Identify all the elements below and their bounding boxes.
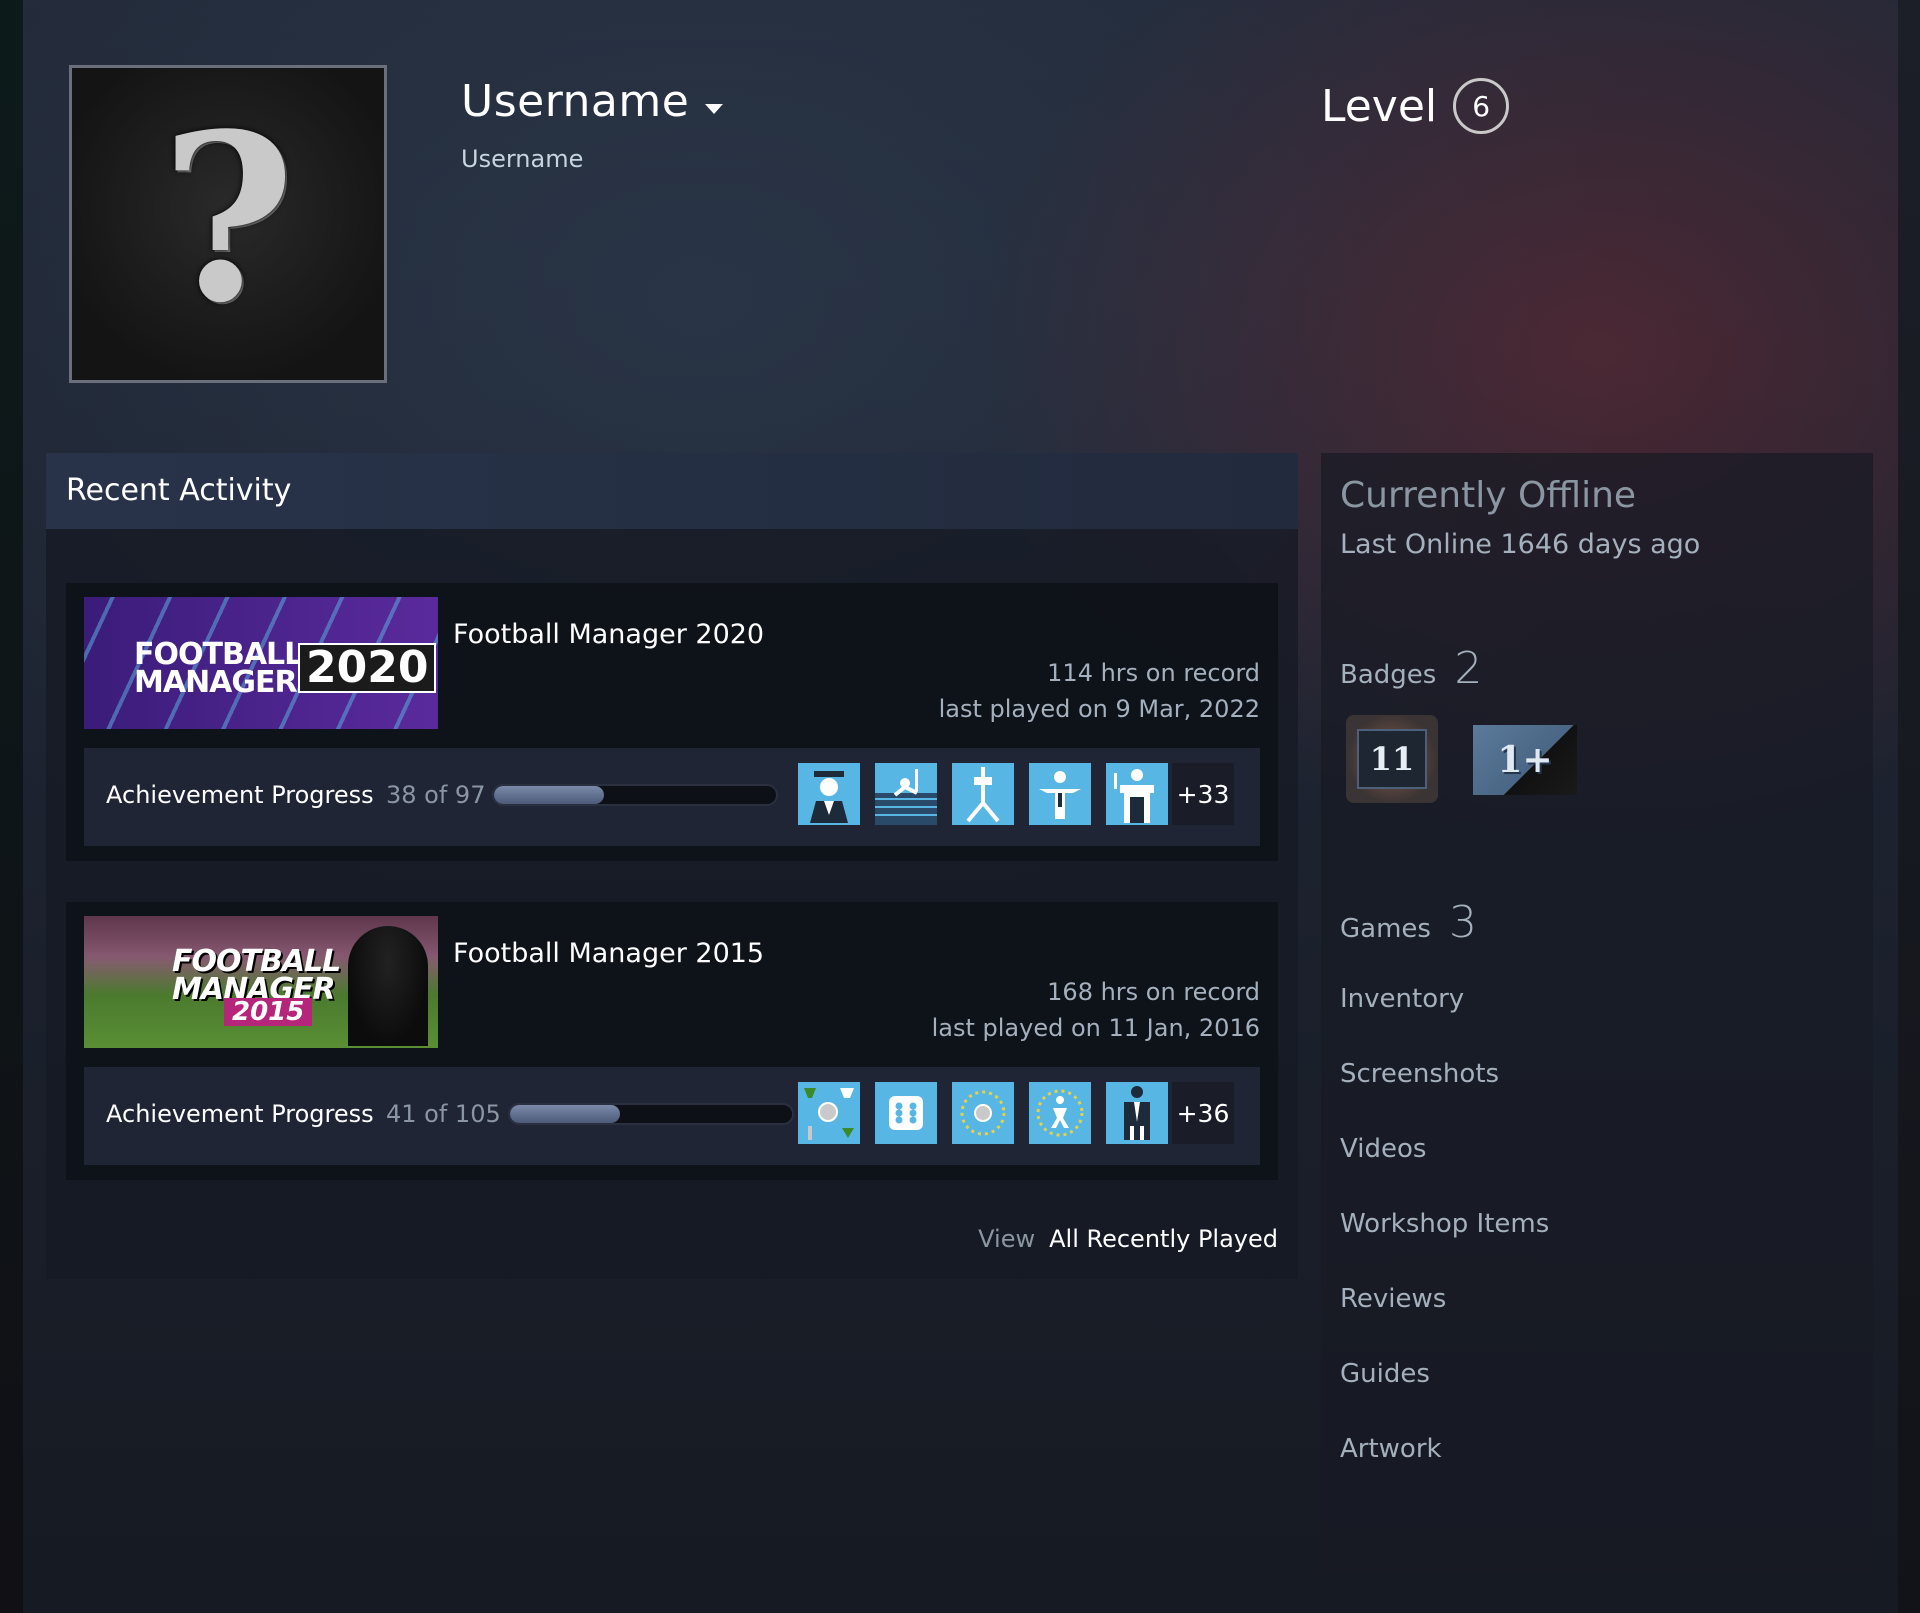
inventory-link[interactable]: Inventory [1340, 984, 1464, 1014]
achievement-progress-row: Achievement Progress 41 of 105 +36 [84, 1067, 1260, 1165]
trophy-icon[interactable] [798, 1082, 860, 1144]
recent-activity-title: Recent Activity [46, 453, 1298, 529]
profile-page: ? Username Username Level 6 Recent Activ… [0, 0, 1920, 1613]
videos-link[interactable]: Videos [1340, 1134, 1426, 1164]
game-last-played: last played on 11 Jan, 2016 [931, 1014, 1260, 1042]
level-label: Level [1321, 80, 1438, 132]
capsule-logo-text: FOOTBALL MANAGER [134, 637, 303, 700]
real-name: Username [461, 145, 584, 173]
games-link[interactable]: Games 3 [1340, 897, 1477, 948]
game-hours-on-record: 114 hrs on record [1047, 659, 1260, 687]
view-label: View [978, 1225, 1036, 1253]
games-count: 3 [1448, 897, 1477, 948]
achievement-progress-fill [510, 1105, 620, 1123]
recent-game: FOOTBALL MANAGER 2020 Football Manager 2… [66, 583, 1278, 861]
achievement-progress-bar [508, 1103, 794, 1125]
years-of-service-badge[interactable]: 11 [1346, 715, 1438, 803]
suit-icon[interactable] [1106, 1082, 1168, 1144]
guides-link[interactable]: Guides [1340, 1359, 1430, 1389]
all-recently-played-link[interactable]: All Recently Played [1049, 1225, 1278, 1253]
player-icon[interactable] [1029, 763, 1091, 825]
profile-level: Level 6 [1321, 78, 1510, 134]
manager-icon[interactable] [1106, 763, 1168, 825]
badges-label: Badges [1340, 660, 1437, 690]
screenshots-link[interactable]: Screenshots [1340, 1059, 1499, 1089]
more-achievements[interactable]: +36 [1172, 1082, 1234, 1144]
game-hours-on-record: 168 hrs on record [1047, 978, 1260, 1006]
recent-activity-panel: Recent Activity FOOTBALL MANAGER 2020 Fo… [46, 453, 1298, 1279]
game-last-played: last played on 9 Mar, 2022 [938, 695, 1260, 723]
avatar[interactable]: ? [69, 65, 387, 383]
game-collector-badge[interactable]: 1+ [1473, 725, 1577, 795]
wall-climb-icon[interactable] [875, 763, 937, 825]
question-mark-icon: ? [160, 84, 296, 354]
capsule-logo-year: 2020 [298, 643, 437, 693]
years-badge-number: 11 [1357, 729, 1427, 789]
games-label: Games [1340, 914, 1431, 944]
workshop-items-link[interactable]: Workshop Items [1340, 1209, 1549, 1239]
achievement-icons [798, 1082, 1168, 1144]
badges-count: 2 [1454, 643, 1483, 694]
more-achievements[interactable]: +33 [1172, 763, 1234, 825]
reviews-link[interactable]: Reviews [1340, 1284, 1446, 1314]
view-all-recently-played: View All Recently Played [978, 1225, 1278, 1253]
badges-link[interactable]: Badges 2 [1340, 643, 1482, 694]
achievement-icons [798, 763, 1168, 825]
achievement-progress-label[interactable]: Achievement Progress [106, 1100, 374, 1128]
achievement-count: 41 of 105 [386, 1100, 501, 1128]
level-badge[interactable]: 6 [1453, 78, 1510, 134]
capsule-logo-year: 2015 [224, 998, 313, 1026]
badge-list: 11 1+ [1346, 715, 1577, 803]
achievement-progress-row: Achievement Progress 38 of 97 +33 [84, 748, 1260, 846]
persona-name-dropdown[interactable]: Username [461, 76, 724, 127]
stars-player-icon[interactable] [1029, 1082, 1091, 1144]
graduate-icon[interactable] [798, 763, 860, 825]
stars-ring-icon[interactable] [952, 1082, 1014, 1144]
last-online: Last Online 1646 days ago [1340, 529, 1701, 560]
capsule-logo-text: FOOTBALL MANAGER [172, 944, 341, 1007]
game-capsule-image[interactable]: FOOTBALL MANAGER 2020 [84, 597, 438, 729]
achievement-count: 38 of 97 [386, 781, 486, 809]
achievement-progress-label[interactable]: Achievement Progress [106, 781, 374, 809]
dice-icon[interactable] [875, 1082, 937, 1144]
profile-sidebar: Currently Offline Last Online 1646 days … [1321, 453, 1873, 1573]
online-status: Currently Offline [1340, 475, 1637, 516]
podium-icon[interactable] [952, 763, 1014, 825]
persona-name: Username [461, 76, 690, 127]
game-capsule-image[interactable]: FOOTBALL MANAGER 2015 [84, 916, 438, 1048]
game-name[interactable]: Football Manager 2015 [453, 938, 764, 969]
recent-game: FOOTBALL MANAGER 2015 Football Manager 2… [66, 902, 1278, 1180]
achievement-progress-bar [492, 784, 778, 806]
manager-figure [348, 926, 428, 1046]
artwork-link[interactable]: Artwork [1340, 1434, 1442, 1464]
caret-down-icon[interactable] [705, 103, 724, 114]
achievement-progress-fill [494, 786, 604, 804]
game-name[interactable]: Football Manager 2020 [453, 619, 764, 650]
